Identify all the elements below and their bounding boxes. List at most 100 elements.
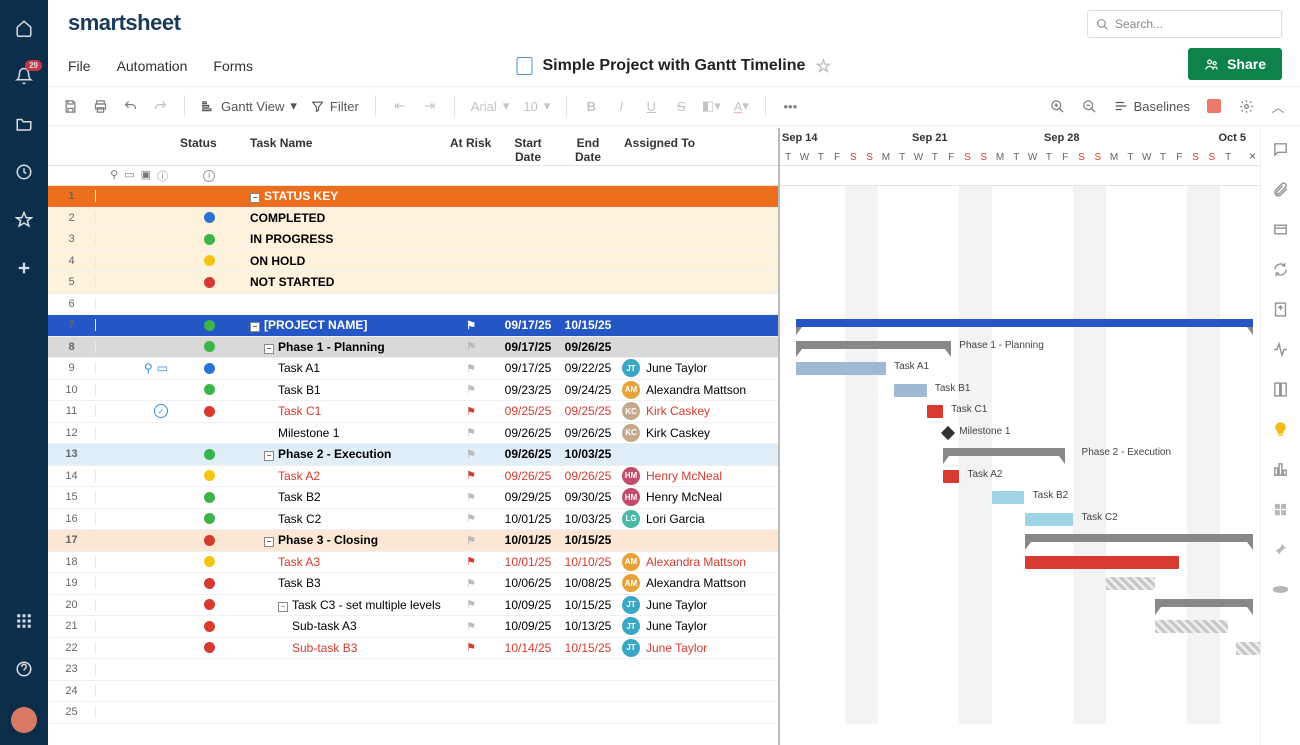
gantt-bar[interactable]	[992, 491, 1025, 504]
grid-row[interactable]: 6	[48, 294, 778, 316]
collapse-panel-icon[interactable]: ︿	[1270, 98, 1286, 114]
filter-button[interactable]: Filter	[311, 99, 359, 114]
critical-path-icon[interactable]	[1206, 98, 1222, 114]
grid-row[interactable]: 17−Phase 3 - Closing⚑10/01/2510/15/25	[48, 530, 778, 552]
work-insights-icon[interactable]	[1272, 380, 1290, 398]
summary-icon[interactable]	[1272, 460, 1290, 478]
gantt-bar[interactable]	[1236, 642, 1260, 655]
row-proof-icon[interactable]: ✓	[154, 404, 168, 418]
italic-icon[interactable]: I	[613, 98, 629, 114]
recents-icon[interactable]	[14, 162, 34, 182]
grid-rows[interactable]: 1−STATUS KEY2COMPLETED3IN PROGRESS4ON HO…	[48, 186, 778, 745]
collapse-icon[interactable]: −	[250, 322, 260, 332]
menu-file[interactable]: File	[68, 58, 91, 74]
grid-row[interactable]: 19Task B3⚑10/06/2510/08/25AMAlexandra Ma…	[48, 573, 778, 595]
view-switcher[interactable]: Gantt View ▾	[201, 98, 297, 114]
attachments-icon[interactable]	[1272, 180, 1290, 198]
indent-icon[interactable]: ⇥	[422, 98, 438, 114]
collapse-icon[interactable]: −	[278, 602, 288, 612]
conversations-icon[interactable]	[1272, 140, 1290, 158]
print-icon[interactable]	[92, 98, 108, 114]
grid-row[interactable]: 21Sub-task A3⚑10/09/2510/13/25JTJune Tay…	[48, 616, 778, 638]
grid-row[interactable]: 18Task A3⚑10/01/2510/10/25AMAlexandra Ma…	[48, 552, 778, 574]
gantt-bar[interactable]	[796, 362, 886, 375]
grid-row[interactable]: 3IN PROGRESS	[48, 229, 778, 251]
activity-log-icon[interactable]	[1272, 340, 1290, 358]
grid-row[interactable]: 11✓Task C1⚑09/25/2509/25/25KCKirk Caskey	[48, 401, 778, 423]
grid-row[interactable]: 2COMPLETED	[48, 208, 778, 230]
gantt-bar[interactable]	[1106, 577, 1155, 590]
grid-row[interactable]: 25	[48, 702, 778, 724]
grid-row[interactable]: 4ON HOLD	[48, 251, 778, 273]
strike-icon[interactable]: S	[673, 98, 689, 114]
col-start[interactable]: Start Date	[498, 136, 558, 164]
notifications-icon[interactable]: 29	[14, 66, 34, 86]
gantt-bar[interactable]	[894, 384, 927, 397]
grid-row[interactable]: 12Milestone 1⚑09/26/2509/26/25KCKirk Cas…	[48, 423, 778, 445]
font-size-picker[interactable]: 10 ▾	[523, 98, 550, 114]
gantt-bar[interactable]	[1155, 620, 1228, 633]
grid-row[interactable]: 5NOT STARTED	[48, 272, 778, 294]
gantt-close-icon[interactable]: ×	[1249, 149, 1256, 163]
collapse-icon[interactable]: −	[250, 193, 260, 203]
row-attachment-icon[interactable]: ⚲	[144, 361, 153, 375]
search-input[interactable]: Search...	[1087, 10, 1282, 38]
grid-row[interactable]: 20−Task C3 - set multiple levels⚑10/09/2…	[48, 595, 778, 617]
grid-row[interactable]: 7−[PROJECT NAME]⚑09/17/2510/15/25	[48, 315, 778, 337]
grid-row[interactable]: 1−STATUS KEY	[48, 186, 778, 208]
pin-icon[interactable]	[1272, 540, 1290, 558]
tips-icon[interactable]	[1272, 420, 1290, 438]
brandfolder-icon[interactable]	[1272, 580, 1290, 598]
grid-row[interactable]: 22Sub-task B3⚑10/14/2510/15/25JTJune Tay…	[48, 638, 778, 660]
add-icon[interactable]	[14, 258, 34, 278]
outdent-icon[interactable]: ⇤	[392, 98, 408, 114]
favorites-icon[interactable]	[14, 210, 34, 230]
grid-row[interactable]: 9⚲▭Task A1⚑09/17/2509/22/25JTJune Taylor	[48, 358, 778, 380]
baselines-button[interactable]: Baselines	[1114, 99, 1190, 114]
home-icon[interactable]	[14, 18, 34, 38]
share-button[interactable]: Share	[1188, 48, 1282, 80]
underline-icon[interactable]: U	[643, 98, 659, 114]
user-avatar[interactable]	[11, 707, 37, 733]
fill-color-icon[interactable]: ◧▾	[703, 98, 719, 114]
menu-automation[interactable]: Automation	[117, 58, 188, 74]
bold-icon[interactable]: B	[583, 98, 599, 114]
redo-icon[interactable]	[152, 98, 168, 114]
help-icon[interactable]	[14, 659, 34, 679]
collapse-icon[interactable]: −	[264, 537, 274, 547]
star-icon[interactable]: ☆	[815, 56, 831, 77]
grid-row[interactable]: 23	[48, 659, 778, 681]
gantt-chart[interactable]: Sep 14 Sep 21 Sep 28 Oct 5 TWTFSSMTWTFSS…	[780, 128, 1260, 745]
gantt-summary-bar[interactable]	[1025, 534, 1253, 542]
gantt-summary-bar[interactable]	[796, 319, 1252, 327]
zoom-out-icon[interactable]	[1082, 98, 1098, 114]
grid-row[interactable]: 13−Phase 2 - Execution⚑09/26/2510/03/25	[48, 444, 778, 466]
grid-row[interactable]: 16Task C2⚑10/01/2510/03/25LGLori Garcia	[48, 509, 778, 531]
menu-forms[interactable]: Forms	[213, 58, 253, 74]
row-comment-icon[interactable]: ▭	[157, 361, 168, 375]
col-risk[interactable]: At Risk	[444, 136, 498, 150]
save-icon[interactable]	[62, 98, 78, 114]
grid-row[interactable]: 8−Phase 1 - Planning⚑09/17/2509/26/25	[48, 337, 778, 359]
publish-icon[interactable]	[1272, 300, 1290, 318]
gantt-summary-bar[interactable]	[1155, 599, 1253, 607]
grid-row[interactable]: 10Task B1⚑09/23/2509/24/25AMAlexandra Ma…	[48, 380, 778, 402]
col-status[interactable]: Status	[174, 136, 244, 150]
gantt-settings-icon[interactable]	[1238, 98, 1254, 114]
proofs-icon[interactable]	[1272, 220, 1290, 238]
collapse-icon[interactable]: −	[264, 451, 274, 461]
apps-icon[interactable]	[14, 611, 34, 631]
grid-row[interactable]: 14Task A2⚑09/26/2509/26/25HMHenry McNeal	[48, 466, 778, 488]
gantt-milestone[interactable]	[941, 425, 955, 439]
gantt-summary-bar[interactable]	[796, 341, 951, 349]
connections-icon[interactable]	[1272, 500, 1290, 518]
gantt-bar[interactable]	[943, 470, 959, 483]
gantt-bar[interactable]	[1025, 513, 1074, 526]
zoom-in-icon[interactable]	[1050, 98, 1066, 114]
info-icon[interactable]: i	[203, 170, 215, 182]
col-end[interactable]: End Date	[558, 136, 618, 164]
gantt-bar[interactable]	[927, 405, 943, 418]
collapse-icon[interactable]: −	[264, 344, 274, 354]
undo-icon[interactable]	[122, 98, 138, 114]
update-requests-icon[interactable]	[1272, 260, 1290, 278]
